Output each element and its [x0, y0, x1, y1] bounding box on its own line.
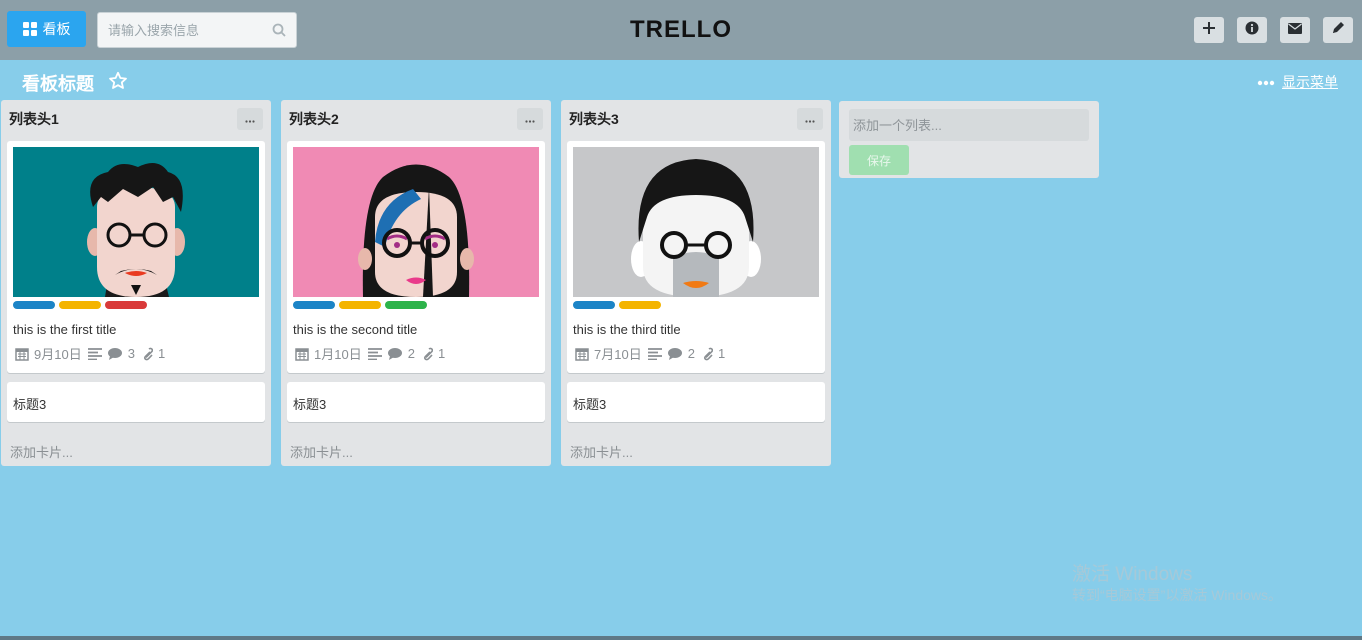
description-icon	[647, 347, 662, 360]
card-label[interactable]	[293, 301, 335, 309]
notifications-button[interactable]	[1280, 17, 1310, 43]
card-label[interactable]	[573, 301, 615, 309]
save-list-button[interactable]: 保存	[849, 145, 909, 175]
add-card-link[interactable]: 添加卡片...	[570, 442, 633, 461]
show-menu-link[interactable]: 显示菜单	[1282, 72, 1338, 92]
card-title: 标题3	[293, 397, 327, 412]
more-icon[interactable]	[1257, 73, 1275, 91]
more-icon	[805, 110, 815, 128]
windows-activation-hint: 转到“电脑设置”以激活 Windows。	[1072, 587, 1283, 603]
card-attachment-count: 1	[717, 346, 726, 361]
search-box	[97, 12, 297, 48]
card-comment-count: 2	[687, 346, 695, 361]
card-attachment-count: 1	[437, 346, 446, 361]
boards-button-label: 看板	[42, 21, 71, 37]
card-comment-count: 2	[407, 346, 415, 361]
card-title: 标题3	[13, 397, 47, 412]
list-title[interactable]: 列表头1	[9, 109, 59, 129]
card-label[interactable]	[13, 301, 55, 309]
card-title: 标题3	[573, 397, 607, 412]
more-icon	[245, 110, 255, 128]
list-menu-button[interactable]	[237, 108, 263, 130]
list: 列表头2 this is the second title 1月10日 2 1 …	[281, 100, 551, 466]
star-icon[interactable]	[108, 71, 128, 96]
paperclip-icon	[143, 347, 153, 360]
card[interactable]: this is the third title 7月10日 2 1	[567, 141, 825, 373]
comment-icon	[387, 347, 402, 360]
card-labels	[293, 301, 427, 309]
paperclip-icon	[703, 347, 713, 360]
card-label[interactable]	[339, 301, 381, 309]
card-attachment-count: 1	[157, 346, 166, 361]
card[interactable]: 标题3	[7, 382, 265, 422]
taskbar-edge	[0, 636, 1362, 640]
info-button[interactable]	[1237, 17, 1267, 43]
description-icon	[87, 347, 102, 360]
paperclip-icon	[423, 347, 433, 360]
search-input[interactable]	[98, 13, 263, 47]
card-label[interactable]	[105, 301, 147, 309]
card-badges: 7月10日 2 1	[575, 344, 731, 363]
list-title[interactable]: 列表头2	[289, 109, 339, 129]
edit-button[interactable]	[1323, 17, 1353, 43]
card-title: this is the third title	[573, 322, 681, 337]
comment-icon	[667, 347, 682, 360]
card-title: this is the second title	[293, 322, 418, 337]
list-title[interactable]: 列表头3	[569, 109, 619, 129]
card-cover-image	[573, 147, 819, 297]
top-bar: 看板 TRELLO	[0, 0, 1362, 60]
card-due-date: 1月10日	[314, 347, 362, 362]
card-due-date: 7月10日	[594, 347, 642, 362]
add-list-form: 保存	[839, 101, 1099, 178]
add-card-link[interactable]: 添加卡片...	[290, 442, 353, 461]
list: 列表头1 this is the first title 9月10日 3 1 标…	[1, 100, 271, 466]
mail-icon	[1288, 21, 1302, 39]
card-labels	[13, 301, 147, 309]
card-due-date: 9月10日	[34, 347, 82, 362]
card-badges: 9月10日 3 1	[15, 344, 171, 363]
boards-button[interactable]: 看板	[7, 11, 86, 47]
card-cover-image	[293, 147, 539, 297]
card-labels	[573, 301, 661, 309]
add-button[interactable]	[1194, 17, 1224, 43]
card[interactable]: this is the first title 9月10日 3 1	[7, 141, 265, 373]
pencil-icon	[1331, 21, 1345, 40]
card-label[interactable]	[385, 301, 427, 309]
card-badges: 1月10日 2 1	[295, 344, 451, 363]
board-title[interactable]: 看板标题	[22, 70, 94, 96]
list-menu-button[interactable]	[797, 108, 823, 130]
search-icon[interactable]	[272, 23, 286, 42]
list: 列表头3 this is the third title 7月10日 2 1 标…	[561, 100, 831, 466]
card[interactable]: 标题3	[287, 382, 545, 422]
add-card-link[interactable]: 添加卡片...	[10, 442, 73, 461]
add-list-input[interactable]	[849, 109, 1089, 141]
calendar-icon	[15, 347, 29, 361]
grid-icon	[22, 22, 37, 36]
card-comment-count: 3	[127, 346, 135, 361]
windows-activation-watermark: 激活 Windows	[1072, 564, 1193, 585]
more-icon	[525, 110, 535, 128]
list-menu-button[interactable]	[517, 108, 543, 130]
card-title: this is the first title	[13, 322, 117, 337]
calendar-icon	[575, 347, 589, 361]
calendar-icon	[295, 347, 309, 361]
info-icon	[1245, 21, 1259, 40]
plus-icon	[1202, 21, 1216, 40]
card-label[interactable]	[619, 301, 661, 309]
card-label[interactable]	[59, 301, 101, 309]
comment-icon	[107, 347, 122, 360]
card[interactable]: this is the second title 1月10日 2 1	[287, 141, 545, 373]
card-cover-image	[13, 147, 259, 297]
description-icon	[367, 347, 382, 360]
card[interactable]: 标题3	[567, 382, 825, 422]
